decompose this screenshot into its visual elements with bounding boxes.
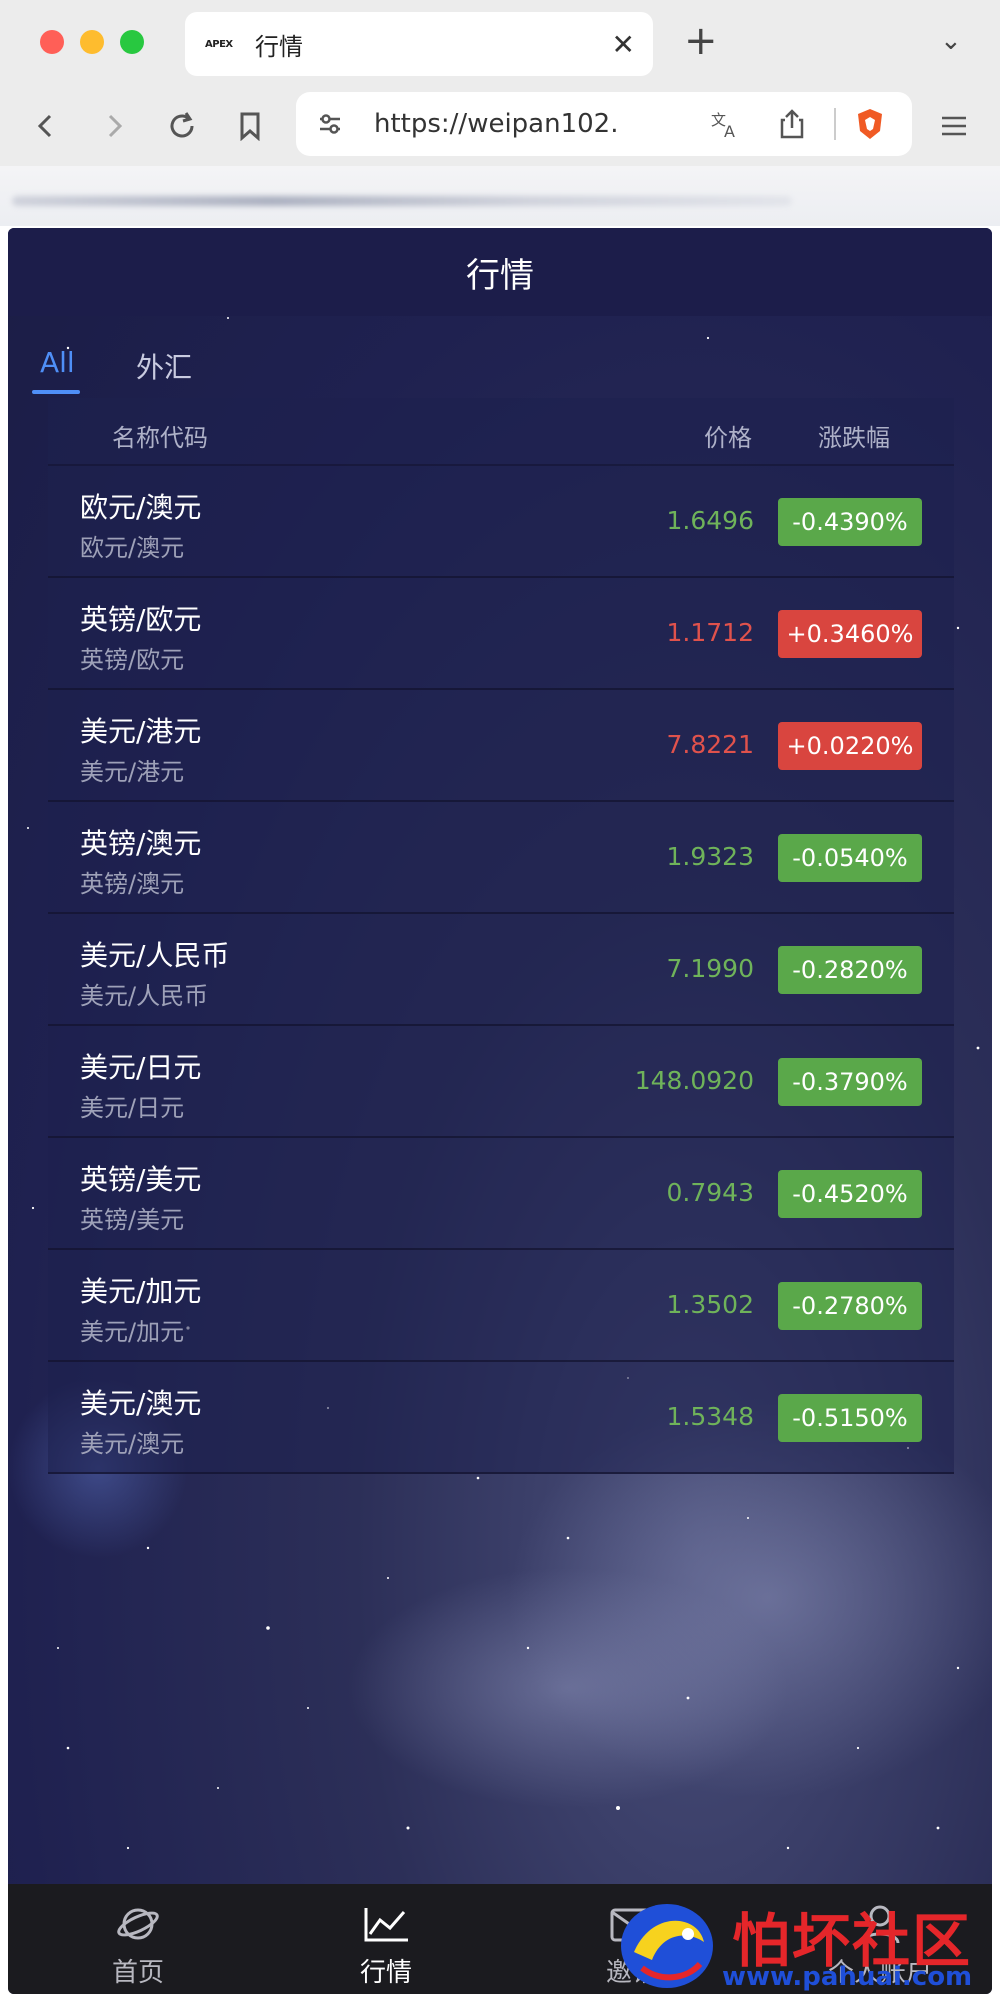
new-tab-button[interactable]: +	[684, 18, 718, 64]
bookmark-icon[interactable]	[228, 104, 272, 148]
pair-code: 美元/日元	[80, 1094, 185, 1122]
price-value: 1.5348	[666, 1402, 754, 1431]
price-value: 1.9323	[666, 842, 754, 871]
price-value: 148.0920	[634, 1066, 754, 1095]
pair-code: 英镑/美元	[80, 1206, 185, 1234]
nav-home[interactable]: 首页	[38, 1884, 238, 1994]
pair-code: 欧元/澳元	[80, 534, 185, 562]
change-badge: -0.2820%	[778, 946, 922, 994]
chevron-down-icon[interactable]: ⌄	[940, 26, 962, 56]
table-row[interactable]: 美元/港元 美元/港元 7.8221 +0.0220%	[48, 690, 954, 802]
minimize-window-button[interactable]	[80, 30, 104, 54]
price-value: 1.3502	[666, 1290, 754, 1319]
blurred-banner	[0, 166, 1000, 226]
pair-code: 美元/港元	[80, 758, 185, 786]
browser-tab[interactable]: APEX 行情 ✕	[185, 12, 653, 76]
header-change: 涨跌幅	[818, 424, 890, 452]
nav-market[interactable]: 行情	[286, 1884, 486, 1994]
blurred-content	[12, 196, 792, 206]
watermark: 怕坏社区 www.pahuai.com	[612, 1890, 1000, 2000]
tab-all[interactable]: All	[40, 346, 75, 379]
change-badge: +0.0220%	[778, 722, 922, 770]
page-title: 行情	[466, 255, 534, 296]
table-header: 名称代码 价格 涨跌幅	[48, 398, 954, 466]
table-row[interactable]: 美元/澳元 美元/澳元 1.5348 -0.5150%	[48, 1362, 954, 1474]
reload-icon[interactable]	[160, 104, 204, 148]
close-tab-icon[interactable]: ✕	[612, 28, 635, 61]
quote-table: 名称代码 价格 涨跌幅 欧元/澳元 欧元/澳元 1.6496 -0.4390% …	[48, 398, 954, 1474]
chart-line-icon	[362, 1902, 410, 1946]
site-settings-icon[interactable]	[308, 102, 352, 146]
change-badge: -0.0540%	[778, 834, 922, 882]
nav-label: 首页	[111, 1958, 164, 1988]
active-tab-indicator	[32, 390, 80, 394]
pair-name: 英镑/美元	[80, 1163, 202, 1196]
hamburger-menu-icon[interactable]	[932, 104, 976, 148]
price-value: 1.1712	[666, 618, 754, 647]
table-row[interactable]: 英镑/欧元 英镑/欧元 1.1712 +0.3460%	[48, 578, 954, 690]
watermark-logo-icon	[621, 1904, 713, 1988]
translate-icon[interactable]: 文A	[704, 102, 748, 146]
browser-titlebar: APEX 行情 ✕ + ⌄	[0, 0, 1000, 86]
header-price: 价格	[704, 424, 752, 452]
change-badge: -0.3790%	[778, 1058, 922, 1106]
table-row[interactable]: 英镑/澳元 英镑/澳元 1.9323 -0.0540%	[48, 802, 954, 914]
pair-code: 美元/加元	[80, 1318, 185, 1346]
pair-name: 美元/日元	[80, 1051, 202, 1084]
pair-name: 美元/澳元	[80, 1387, 202, 1420]
pair-name: 英镑/澳元	[80, 827, 202, 860]
category-tabs: All 外汇	[8, 316, 992, 402]
close-window-button[interactable]	[40, 30, 64, 54]
pair-name: 美元/加元	[80, 1275, 202, 1308]
app-viewport: 行情 All 外汇 名称代码 价格 涨跌幅 欧元/澳元 欧元/澳元 1.6496…	[8, 228, 992, 1994]
table-row[interactable]: 美元/加元 美元/加元 1.3502 -0.2780%	[48, 1250, 954, 1362]
price-value: 1.6496	[666, 506, 754, 535]
brave-shield-icon[interactable]	[848, 102, 892, 146]
pair-name: 欧元/澳元	[80, 491, 202, 524]
change-badge: -0.4390%	[778, 498, 922, 546]
pair-name: 美元/人民币	[80, 939, 230, 972]
planet-icon	[114, 1902, 162, 1946]
price-value: 7.8221	[666, 730, 754, 759]
back-icon[interactable]	[24, 104, 68, 148]
price-value: 7.1990	[666, 954, 754, 983]
url-text[interactable]: https://weipan102.	[374, 109, 619, 139]
pair-code: 英镑/欧元	[80, 646, 185, 674]
table-row[interactable]: 美元/人民币 美元/人民币 7.1990 -0.2820%	[48, 914, 954, 1026]
nav-label: 行情	[359, 1958, 412, 1988]
app-header: 行情	[8, 228, 992, 316]
tab-title: 行情	[255, 32, 303, 61]
address-bar[interactable]: https://weipan102. 文A	[296, 92, 912, 156]
pair-code: 美元/澳元	[80, 1430, 185, 1458]
header-name: 名称代码	[112, 424, 208, 452]
forward-icon[interactable]	[92, 104, 136, 148]
change-badge: -0.5150%	[778, 1394, 922, 1442]
maximize-window-button[interactable]	[120, 30, 144, 54]
table-row[interactable]: 美元/日元 美元/日元 148.0920 -0.3790%	[48, 1026, 954, 1138]
apex-favicon-icon: APEX	[205, 38, 233, 50]
pair-code: 英镑/澳元	[80, 870, 185, 898]
pair-name: 美元/港元	[80, 715, 202, 748]
pair-name: 英镑/欧元	[80, 603, 202, 636]
share-icon[interactable]	[770, 102, 814, 146]
browser-toolbar: https://weipan102. 文A	[0, 86, 1000, 166]
watermark-url: www.pahuai.com	[722, 1962, 973, 1992]
svg-text:A: A	[724, 122, 735, 139]
change-badge: -0.2780%	[778, 1282, 922, 1330]
tab-forex[interactable]: 外汇	[136, 346, 192, 386]
address-bar-separator	[834, 108, 836, 140]
price-value: 0.7943	[666, 1178, 754, 1207]
table-row[interactable]: 英镑/美元 英镑/美元 0.7943 -0.4520%	[48, 1138, 954, 1250]
change-badge: +0.3460%	[778, 610, 922, 658]
table-row[interactable]: 欧元/澳元 欧元/澳元 1.6496 -0.4390%	[48, 466, 954, 578]
change-badge: -0.4520%	[778, 1170, 922, 1218]
pair-code: 美元/人民币	[80, 982, 209, 1010]
